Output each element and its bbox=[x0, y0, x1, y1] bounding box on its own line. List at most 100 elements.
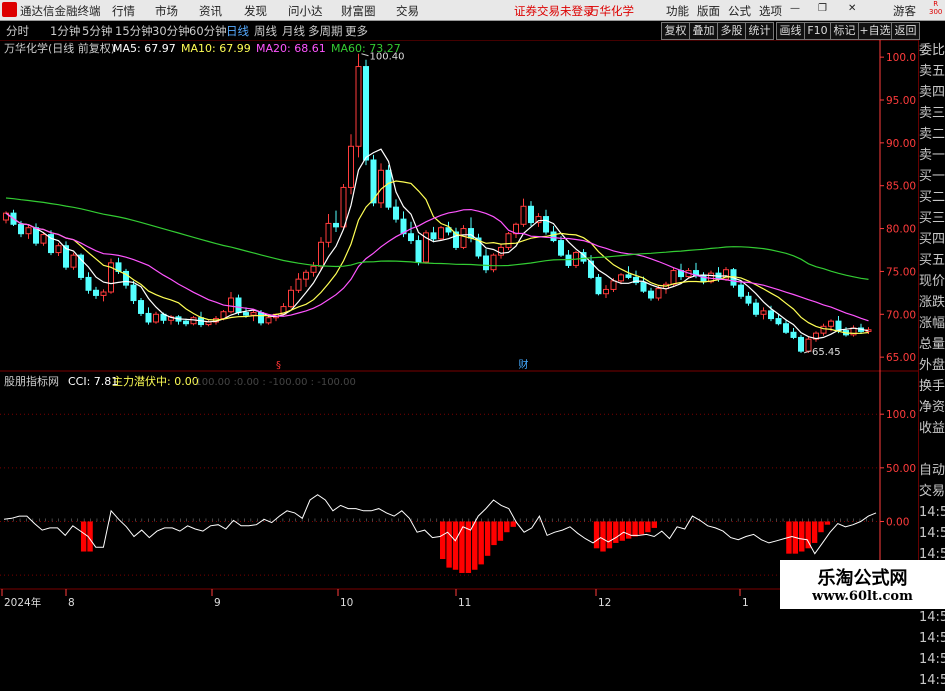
candle-body bbox=[783, 323, 789, 333]
period-tab[interactable]: 分时 bbox=[6, 23, 29, 39]
candle-body bbox=[460, 228, 467, 248]
mark-button[interactable]: 标记 bbox=[830, 22, 859, 40]
overlay-button[interactable]: 叠加 bbox=[689, 22, 718, 40]
candle-body bbox=[235, 297, 242, 314]
quote-label: 涨跌 bbox=[919, 295, 945, 310]
period-tab[interactable]: 30分钟 bbox=[152, 23, 190, 39]
candle-body bbox=[760, 310, 767, 315]
login-status[interactable]: 证券交易未登录 bbox=[514, 3, 595, 19]
restore-icon[interactable]: ❐ bbox=[818, 3, 827, 14]
ma-legend-label: MA5: 67.97 bbox=[113, 42, 176, 55]
candle-body bbox=[820, 325, 827, 334]
ma20-line bbox=[5, 208, 869, 322]
quote-label: 买二 bbox=[919, 190, 945, 205]
quote-label: 14:56 bbox=[919, 652, 945, 667]
signal-bar bbox=[593, 521, 600, 549]
quote-label: 14:56 bbox=[919, 505, 945, 520]
candle-body bbox=[265, 317, 272, 324]
menu-quotes[interactable]: 行情 bbox=[112, 3, 135, 19]
minimize-icon[interactable]: — bbox=[790, 3, 800, 14]
high-label: 100.40 bbox=[370, 52, 405, 63]
app-title: 通达信金融终端 bbox=[20, 4, 101, 18]
candle-body bbox=[138, 300, 144, 314]
price-tick-label: 65.00 bbox=[886, 352, 916, 364]
signal-bar bbox=[811, 521, 818, 543]
draw-button[interactable]: 画线 bbox=[776, 22, 805, 40]
candle-body bbox=[603, 288, 609, 295]
guest-user[interactable]: 游客 bbox=[893, 3, 916, 19]
indicator-tick-label: 100.0 bbox=[886, 409, 916, 421]
candle-body bbox=[363, 66, 369, 161]
quote-label: 买五 bbox=[919, 253, 945, 268]
period-tab-active[interactable]: 日线 bbox=[226, 23, 249, 39]
candle-body bbox=[93, 289, 99, 296]
stats-button[interactable]: 统计 bbox=[745, 22, 774, 40]
signal-bar bbox=[491, 521, 497, 546]
candle-body bbox=[295, 278, 302, 291]
indicator-tick-label: 0.00 bbox=[886, 516, 909, 528]
f10-button[interactable]: F10 bbox=[804, 22, 831, 40]
candle-body bbox=[153, 313, 159, 323]
candle-body bbox=[318, 241, 324, 267]
candle-body bbox=[228, 297, 234, 313]
time-tick-label: 8 bbox=[68, 597, 75, 609]
signal-bar bbox=[632, 521, 638, 537]
menu-wealth[interactable]: 财富圈 bbox=[341, 3, 376, 19]
menu-options[interactable]: 选项 bbox=[759, 3, 782, 19]
period-tab[interactable]: 5分钟 bbox=[82, 23, 112, 39]
ma-legend-label: MA20: 68.61 bbox=[256, 42, 326, 55]
multi-stock-button[interactable]: 多股 bbox=[717, 22, 746, 40]
price-tick-label: 90.00 bbox=[886, 138, 916, 150]
close-icon[interactable]: ✕ bbox=[848, 3, 856, 14]
candle-body bbox=[348, 145, 354, 188]
period-tab[interactable]: 60分钟 bbox=[189, 23, 227, 39]
adjust-button[interactable]: 复权 bbox=[661, 22, 690, 40]
candle-body bbox=[648, 290, 654, 299]
period-tab-more[interactable]: 更多 bbox=[345, 23, 368, 39]
menu-news[interactable]: 资讯 bbox=[199, 3, 222, 19]
menu-layout[interactable]: 版面 bbox=[697, 3, 720, 19]
candle-body bbox=[768, 310, 774, 320]
signal-bar bbox=[606, 521, 613, 549]
period-tab[interactable]: 月线 bbox=[282, 23, 305, 39]
candle-body bbox=[498, 246, 504, 256]
period-tab[interactable]: 周线 bbox=[254, 23, 277, 39]
candle-body bbox=[340, 186, 347, 228]
period-tab[interactable]: 15分钟 bbox=[115, 23, 153, 39]
ma60-line bbox=[5, 197, 869, 280]
candle-body bbox=[738, 284, 744, 297]
quote-label: 涨幅 bbox=[919, 316, 945, 331]
signal-bar bbox=[645, 521, 651, 533]
period-tab[interactable]: 多周期 bbox=[308, 23, 343, 39]
signal-bar bbox=[497, 521, 504, 541]
menu-trade[interactable]: 交易 bbox=[396, 3, 419, 19]
quote-label: 换手 bbox=[919, 379, 945, 394]
candle-body bbox=[828, 320, 834, 327]
cci-legend: CCI: 7.81 bbox=[68, 375, 118, 388]
menu-function[interactable]: 功能 bbox=[666, 3, 689, 19]
quote-label: 自动 bbox=[919, 463, 945, 478]
candle-body bbox=[333, 222, 339, 228]
top-menu-bar: 通达信金融终端 行情 市场 资讯 发现 问小达 财富圈 交易 证券交易未登录 万… bbox=[0, 0, 945, 21]
time-tick-label: 11 bbox=[458, 597, 471, 609]
signal-bar bbox=[478, 521, 484, 565]
candle-body bbox=[100, 291, 107, 296]
quote-label: 卖一 bbox=[919, 148, 945, 163]
period-tab[interactable]: 1分钟 bbox=[50, 23, 80, 39]
back-button[interactable]: 返回 bbox=[891, 22, 920, 40]
time-tick-label: 9 bbox=[214, 597, 221, 609]
candle-body bbox=[130, 284, 137, 302]
menu-market[interactable]: 市场 bbox=[155, 3, 178, 19]
stock-chart[interactable]: 万华化学(日线 前复权)MA5: 67.97 MA10: 67.99 MA20: 6… bbox=[0, 40, 918, 609]
candle-body bbox=[543, 216, 549, 233]
menu-ask[interactable]: 问小达 bbox=[288, 3, 323, 19]
add-watchlist-button[interactable]: +自选 bbox=[858, 22, 892, 40]
menu-discover[interactable]: 发现 bbox=[244, 3, 267, 19]
menu-formula[interactable]: 公式 bbox=[728, 3, 751, 19]
signal-bar bbox=[638, 521, 645, 535]
candle-body bbox=[243, 312, 249, 316]
period-toolbar: 分时 1分钟 5分钟 15分钟 30分钟 60分钟 日线 周线 月线 多周期 更… bbox=[0, 21, 945, 41]
quote-label: 14:56 bbox=[919, 526, 945, 541]
signal-bar bbox=[625, 521, 632, 539]
candle-body bbox=[40, 234, 47, 244]
